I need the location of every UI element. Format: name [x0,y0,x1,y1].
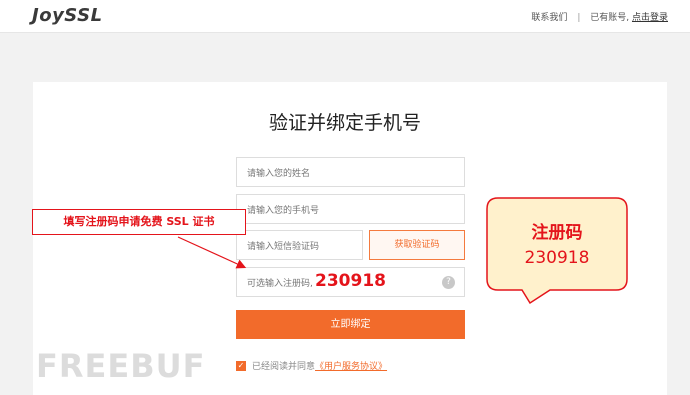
registration-code-value: 230918 [315,271,386,291]
phone-input[interactable]: 请输入您的手机号 [236,194,465,224]
bubble-code-value: 230918 [524,248,590,268]
have-account-text: 已有账号, [590,13,630,23]
sms-code-input[interactable]: 请输入短信验证码 [236,230,363,260]
top-links: 联系我们 | 已有账号, 点击登录 [531,10,668,23]
sms-placeholder: 请输入短信验证码 [247,241,320,252]
get-sms-code-button[interactable]: 获取验证码 [369,230,465,260]
phone-placeholder: 请输入您的手机号 [247,205,320,216]
agreement-text: 已经阅读并同意 [252,362,316,372]
divider: | [577,13,581,23]
bind-submit-button[interactable]: 立即绑定 [236,310,465,339]
user-agreement-link[interactable]: 《用户服务协议》 [315,359,387,372]
help-icon[interactable]: ? [442,276,455,289]
bubble-title: 注册码 [531,223,583,243]
agreement-checkbox[interactable]: ✓ [236,360,246,371]
left-callout: 填写注册码申请免费 SSL 证书 [32,209,246,235]
page-title: 验证并绑定手机号 [268,112,421,134]
joyssl-logo[interactable]: JoySSL [32,5,103,26]
login-link[interactable]: 点击登录 [632,13,668,23]
agreement-row: ✓ 已经阅读并同意 《用户服务协议》 [236,359,387,372]
top-bar: JoySSL 联系我们 | 已有账号, 点击登录 [0,0,690,33]
contact-us-link[interactable]: 联系我们 [531,13,567,23]
name-input[interactable]: 请输入您的姓名 [236,157,465,187]
registration-code-placeholder: 可选输入注册码, [247,278,313,289]
registration-code-input[interactable]: 可选输入注册码, 230918 ? [236,267,465,297]
name-placeholder: 请输入您的姓名 [247,168,311,179]
freebuf-watermark: FREEBUF [36,347,206,385]
